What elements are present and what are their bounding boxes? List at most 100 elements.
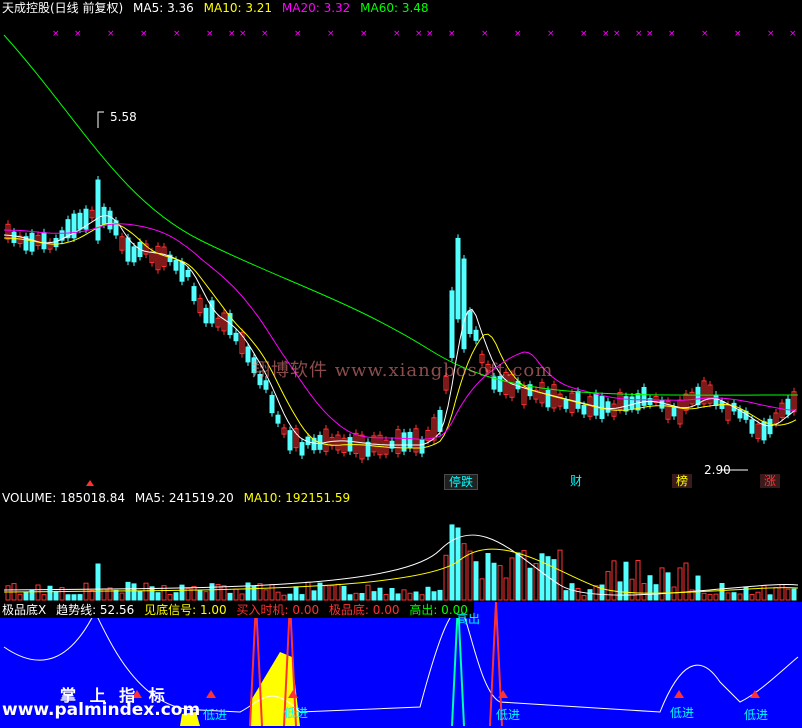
volume-bar (695, 575, 701, 601)
volume-bar (683, 562, 689, 601)
volume-bar (143, 582, 149, 601)
volume-bar (287, 593, 293, 601)
buy-signal-arrow (86, 480, 94, 486)
event-tag-zhang[interactable]: 涨 (760, 474, 781, 488)
signal-dijin-3: 低进 (496, 708, 521, 722)
marker-x: × (239, 29, 247, 39)
volume-bar (347, 594, 353, 601)
volume-bar (773, 586, 779, 601)
candle-body (365, 441, 371, 457)
volume-ma10-line (3, 548, 799, 594)
candle-body (659, 400, 665, 409)
volume-bar (35, 584, 41, 601)
volume-bar (617, 581, 623, 601)
candle-body (263, 380, 269, 390)
marker-x: × (448, 29, 456, 39)
volume-bar (653, 584, 659, 601)
volume-bar (203, 591, 209, 601)
signal-dijin-4: 低进 (670, 706, 695, 720)
indicator-header: 极品底X 趋势线: 52.56 见底信号: 1.00 买入时机: 0.00 极品… (0, 602, 474, 618)
candle-body (629, 396, 635, 409)
volume-bar (257, 583, 263, 601)
volume-bar (425, 586, 431, 601)
bottom-value: 极品底: 0.00 (328, 603, 400, 617)
volume-bar (785, 588, 791, 601)
signal-value: 见底信号: 1.00 (144, 603, 227, 617)
candle-body (593, 393, 599, 416)
volume-bar (359, 593, 365, 601)
candle-body (467, 310, 473, 334)
volume-bar (209, 583, 215, 601)
volume-bar (371, 591, 377, 601)
volume-bar (635, 559, 641, 601)
candle-body (473, 329, 479, 341)
brand-line-2: www.palmindex.com (2, 700, 201, 720)
marker-x: × (52, 29, 60, 39)
ma60-line (3, 34, 799, 396)
volume-bar (95, 563, 101, 601)
volume-bar (233, 588, 239, 601)
volume-bar (389, 587, 395, 601)
candle-body (581, 404, 587, 415)
marker-x: × (635, 29, 643, 39)
volume-bar (605, 571, 611, 601)
volume-bar (323, 585, 329, 601)
volume-bar (611, 560, 617, 601)
candlestick-chart[interactable]: × × × × × × × × × × × × × × × × × × × × × × × × × × × × × (0, 0, 802, 490)
volume-bar (179, 584, 185, 601)
volume-bar (485, 553, 491, 601)
volume-bar (719, 583, 725, 601)
candle-body (461, 258, 467, 350)
event-tag-tingdie[interactable]: 停跌 (444, 474, 479, 490)
volume-bar (449, 524, 455, 601)
buy-arrow (206, 690, 216, 698)
candle-body (671, 406, 677, 417)
high-arrow (97, 111, 104, 128)
volume-bar (479, 578, 485, 601)
volume-bar (599, 584, 605, 601)
volume-ma5-line (3, 534, 799, 596)
volume-bar (191, 586, 197, 601)
low-price-label: 2.90 (704, 463, 731, 477)
volume-bar (581, 595, 587, 601)
volume-bar (503, 577, 509, 601)
marker-x: × (173, 29, 181, 39)
volume-bar (17, 593, 23, 601)
volume-bar (239, 593, 245, 601)
candle-body (245, 346, 251, 363)
candle-body (125, 237, 131, 262)
volume-bar (155, 592, 161, 601)
volume-panel[interactable]: VOLUME: 185018.84 MA5: 241519.20 MA10: 1… (0, 490, 802, 602)
volume-bar (497, 565, 503, 601)
volume-bar (329, 585, 335, 601)
volume-bar (119, 592, 125, 601)
event-tag-cai[interactable]: 财 (566, 474, 586, 488)
marker-x: × (580, 29, 588, 39)
buy-value: 买入时机: 0.00 (236, 603, 320, 617)
volume-bar (659, 567, 665, 601)
volume-bar (569, 583, 575, 601)
volume-bar (383, 593, 389, 601)
buy-arrow (674, 690, 684, 698)
volume-bar (767, 594, 773, 601)
marker-x: × (426, 29, 434, 39)
event-tag-bang[interactable]: 榜 (672, 474, 693, 488)
candle-body (107, 210, 113, 230)
volume-bar (443, 554, 449, 601)
volume-bar (587, 589, 593, 601)
volume-bar (737, 593, 743, 601)
volume-chart[interactable] (0, 490, 802, 602)
marker-x: × (107, 29, 115, 39)
signal-dijin-2: 低进 (284, 706, 309, 720)
volume-bar (527, 567, 533, 601)
volume-bar (65, 594, 71, 601)
volume-bar (107, 587, 113, 601)
volume-bar (641, 582, 647, 601)
candle-body (785, 398, 791, 415)
volume-bar (779, 584, 785, 601)
volume-bar (167, 594, 173, 601)
volume-bar (623, 561, 629, 601)
marker-x: × (767, 29, 775, 39)
price-panel[interactable]: 天成控股(日线 前复权) MA5: 3.36 MA10: 3.21 MA20: … (0, 0, 802, 490)
volume-bar (407, 592, 413, 601)
